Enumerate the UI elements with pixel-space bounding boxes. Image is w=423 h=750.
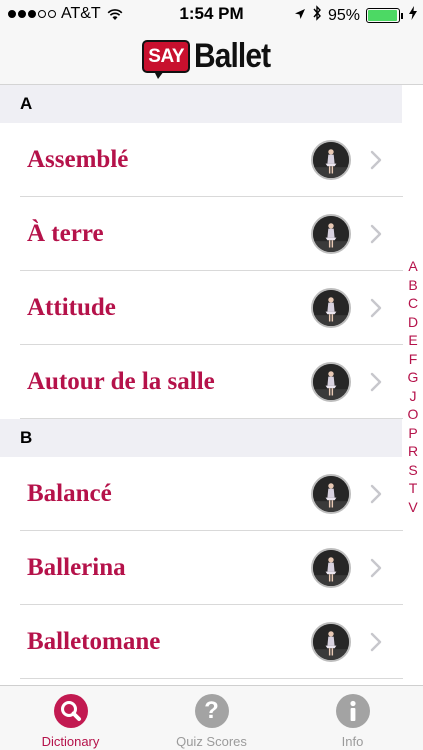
index-letter[interactable]: T [409, 479, 418, 498]
index-letter[interactable]: J [410, 387, 417, 406]
index-letter[interactable]: E [408, 331, 417, 350]
status-right: 95% [294, 5, 417, 26]
tab-label: Quiz Scores [176, 734, 247, 749]
list-item[interactable]: Assemblé [0, 123, 423, 197]
index-letter[interactable]: B [408, 276, 417, 295]
list-item[interactable]: Ballerina [0, 531, 423, 605]
term-thumbnail [311, 140, 351, 180]
app-logo: SAY Ballet [142, 36, 280, 79]
section-header: A [0, 85, 402, 123]
status-bar: AT&T 1:54 PM 95% [0, 0, 423, 28]
tab-quiz-scores[interactable]: ? Quiz Scores [141, 686, 282, 750]
question-icon: ? [194, 694, 229, 728]
logo-text: Ballet [194, 36, 271, 75]
tab-dictionary[interactable]: Dictionary [0, 686, 141, 750]
battery-percent: 95% [327, 6, 360, 24]
term-label: Assemblé [27, 146, 129, 173]
term-thumbnail [311, 548, 351, 588]
list-item[interactable]: Balletomane [0, 605, 423, 679]
index-letter[interactable]: V [408, 498, 417, 517]
chevron-right-icon [370, 632, 382, 652]
list-item[interactable]: Autour de la salle [0, 345, 423, 419]
term-label: Autour de la salle [27, 368, 215, 395]
section-header: B [0, 419, 402, 457]
term-thumbnail [311, 362, 351, 402]
info-icon [335, 694, 370, 728]
tab-bar: Dictionary ? Quiz Scores Info [0, 685, 423, 750]
chevron-right-icon [370, 372, 382, 392]
term-thumbnail [311, 288, 351, 328]
index-letter[interactable]: O [408, 405, 419, 424]
list-item[interactable]: Attitude [0, 271, 423, 345]
term-label: Balancé [27, 480, 112, 507]
tab-label: Info [341, 734, 364, 749]
index-letter[interactable]: S [408, 461, 417, 480]
list-item[interactable]: Balancé [0, 457, 423, 531]
bluetooth-icon [312, 5, 322, 26]
index-letter[interactable]: D [408, 313, 418, 332]
term-thumbnail [311, 474, 351, 514]
dictionary-list[interactable]: A Assemblé À terre Attitude Autour de la sal… [0, 85, 423, 685]
term-label: Ballerina [27, 554, 126, 581]
chevron-right-icon [370, 224, 382, 244]
alphabet-index[interactable]: ABCDEFGJOPRSTV [403, 257, 423, 516]
search-icon [53, 694, 88, 728]
term-label: À terre [27, 220, 104, 247]
battery-level [368, 10, 397, 21]
charging-icon [409, 6, 417, 25]
tab-label: Dictionary [41, 734, 100, 749]
index-letter[interactable]: A [408, 257, 417, 276]
index-letter[interactable]: G [408, 368, 419, 387]
tab-info[interactable]: Info [282, 686, 423, 750]
app-header: SAY Ballet [0, 28, 423, 85]
index-letter[interactable]: P [408, 424, 417, 443]
term-thumbnail [311, 214, 351, 254]
location-icon [294, 7, 306, 25]
list-item[interactable]: À terre [0, 197, 423, 271]
index-letter[interactable]: F [409, 350, 418, 369]
index-letter[interactable]: C [408, 294, 418, 313]
chevron-right-icon [370, 558, 382, 578]
term-thumbnail [311, 622, 351, 662]
chevron-right-icon [370, 298, 382, 318]
battery-icon [366, 8, 403, 23]
chevron-right-icon [370, 484, 382, 504]
logo-badge: SAY [142, 39, 191, 79]
index-letter[interactable]: R [408, 442, 418, 461]
term-label: Balletomane [27, 628, 161, 655]
term-label: Attitude [27, 294, 116, 321]
chevron-right-icon [370, 150, 382, 170]
